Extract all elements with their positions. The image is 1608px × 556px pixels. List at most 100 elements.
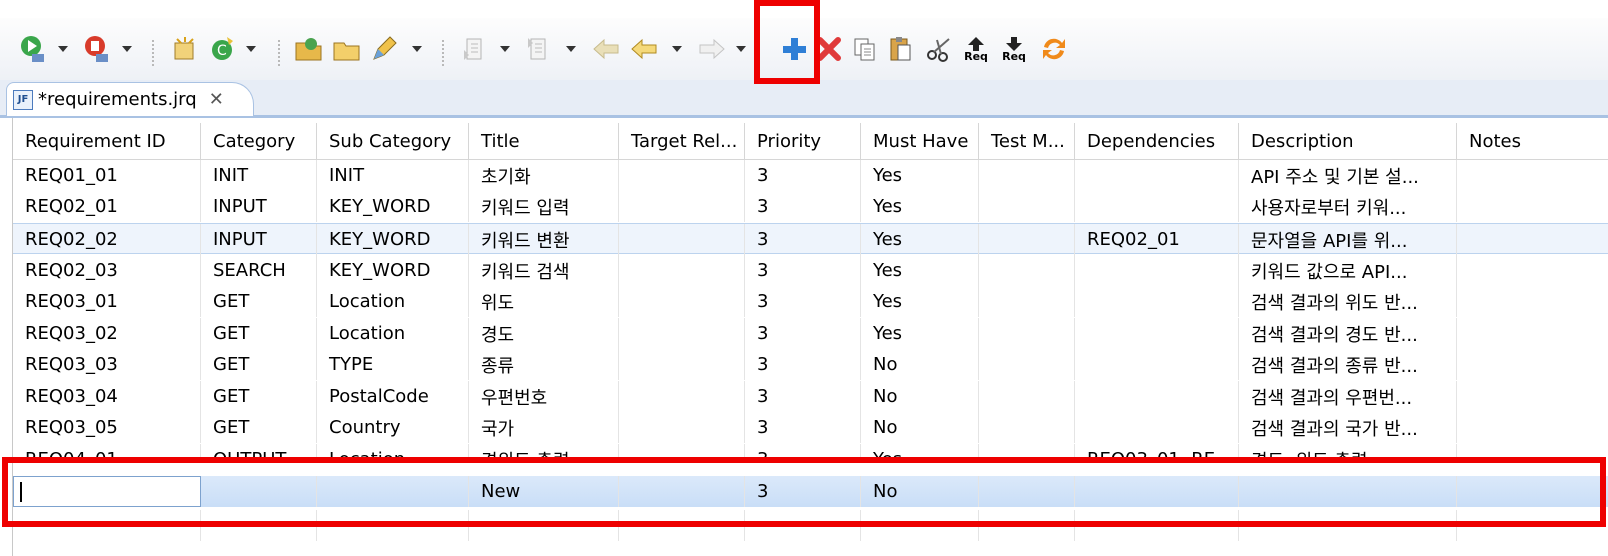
cell-test-method[interactable] [979, 160, 1075, 191]
debug-icon[interactable] [80, 34, 114, 64]
cell-priority[interactable]: 3 [745, 318, 861, 349]
cell-must-have[interactable]: No [861, 349, 979, 380]
cell-dependencies[interactable] [1075, 286, 1239, 317]
cell-description[interactable]: 검색 결과의 경도 반... [1239, 318, 1457, 349]
cell-requirement-id[interactable]: REQ03_05 [13, 412, 201, 443]
table-row[interactable]: REQ02_03 SEARCH KEY_WORD 키워드 검색 3 Yes 키워드 값으로 … [13, 255, 1608, 286]
cell-category[interactable]: GET [201, 318, 317, 349]
cell-notes[interactable] [1457, 160, 1608, 191]
column-header-priority[interactable]: Priority [745, 123, 861, 159]
cell-description[interactable]: 검색 결과의 우편번... [1239, 381, 1457, 412]
cell-title[interactable]: 키워드 입력 [469, 191, 619, 222]
cell-priority[interactable]: 3 [745, 286, 861, 317]
table-row[interactable]: REQ03_05 GET Country 국가 3 No 검색 결과의 국가 반... [13, 412, 1608, 443]
cell-test-method[interactable] [979, 349, 1075, 380]
debug-dropdown-icon[interactable] [122, 46, 132, 52]
cell-target-release[interactable] [619, 349, 745, 380]
column-header-test-method[interactable]: Test M... [979, 123, 1075, 159]
cell-sub-category[interactable]: INIT [317, 160, 469, 191]
forward-dropdown-icon[interactable] [736, 46, 746, 52]
refresh-icon[interactable]: C [208, 34, 238, 64]
cell-must-have[interactable]: Yes [861, 318, 979, 349]
cell-target-release[interactable] [619, 191, 745, 222]
new-class-icon[interactable] [168, 34, 202, 64]
table-row[interactable]: REQ02_01 INPUT KEY_WORD 키워드 입력 3 Yes 사용자로부터 키워… [13, 191, 1608, 222]
cell-notes[interactable] [1457, 381, 1608, 412]
table-row[interactable]: REQ03_04 GET PostalCode 우편번호 3 No 검색 결과의 우편번..… [13, 381, 1608, 412]
cell-requirement-id[interactable]: REQ03_01 [13, 286, 201, 317]
cell-must-have[interactable]: Yes [861, 286, 979, 317]
cell-must-have[interactable]: No [861, 412, 979, 443]
cell-priority[interactable]: 3 [745, 224, 861, 255]
cell-description[interactable]: 사용자로부터 키워... [1239, 191, 1457, 222]
cell-test-method[interactable] [979, 255, 1075, 286]
cell-category[interactable]: GET [201, 286, 317, 317]
cell-description[interactable]: 검색 결과의 위도 반... [1239, 286, 1457, 317]
cell-test-method[interactable] [979, 224, 1075, 255]
cell-sub-category[interactable]: Location [317, 318, 469, 349]
cell-priority[interactable]: 3 [745, 349, 861, 380]
cell-sub-category[interactable]: KEY_WORD [317, 224, 469, 255]
cell-test-method[interactable] [979, 191, 1075, 222]
cell-requirement-id[interactable]: REQ02_03 [13, 255, 201, 286]
cell-requirement-id[interactable]: REQ03_02 [13, 318, 201, 349]
cell-title[interactable]: 종류 [469, 349, 619, 380]
refresh-dropdown-icon[interactable] [246, 46, 256, 52]
column-header-must-have[interactable]: Must Have [861, 123, 979, 159]
forward-arrow-icon[interactable] [694, 34, 728, 64]
column-header-target-release[interactable]: Target Rel... [619, 123, 745, 159]
cell-sub-category[interactable]: Country [317, 412, 469, 443]
column-header-notes[interactable]: Notes [1457, 123, 1608, 159]
cell-category[interactable]: GET [201, 349, 317, 380]
cell-priority[interactable]: 3 [745, 191, 861, 222]
cell-must-have[interactable]: Yes [861, 224, 979, 255]
cell-description[interactable]: 문자열을 API를 위... [1239, 224, 1457, 255]
folder-icon[interactable] [330, 34, 364, 64]
req-up-icon[interactable]: Req [960, 34, 992, 64]
cell-requirement-id[interactable]: REQ03_03 [13, 349, 201, 380]
cell-description[interactable]: 검색 결과의 국가 반... [1239, 412, 1457, 443]
cell-dependencies[interactable] [1075, 255, 1239, 286]
cell-priority[interactable]: 3 [745, 381, 861, 412]
cell-description[interactable]: API 주소 및 기본 설... [1239, 160, 1457, 191]
cell-title[interactable]: 위도 [469, 286, 619, 317]
cell-must-have[interactable]: Yes [861, 255, 979, 286]
prev-annotation-icon[interactable] [522, 34, 556, 64]
req-down-icon[interactable]: Req [998, 34, 1030, 64]
close-icon[interactable]: ✕ [209, 89, 224, 110]
cell-target-release[interactable] [619, 318, 745, 349]
cell-notes[interactable] [1457, 349, 1608, 380]
cell-priority[interactable]: 3 [745, 160, 861, 191]
cell-sub-category[interactable]: PostalCode [317, 381, 469, 412]
cell-category[interactable]: INIT [201, 160, 317, 191]
cell-sub-category[interactable]: KEY_WORD [317, 191, 469, 222]
cell-target-release[interactable] [619, 160, 745, 191]
cell-category[interactable]: GET [201, 412, 317, 443]
cell-target-release[interactable] [619, 381, 745, 412]
cell-dependencies[interactable] [1075, 349, 1239, 380]
cell-category[interactable]: INPUT [201, 191, 317, 222]
next-annotation-icon[interactable] [458, 34, 492, 64]
cell-target-release[interactable] [619, 286, 745, 317]
sync-icon[interactable] [1038, 34, 1070, 64]
cell-requirement-id[interactable]: REQ02_01 [13, 191, 201, 222]
cell-priority[interactable]: 3 [745, 412, 861, 443]
cell-dependencies[interactable] [1075, 412, 1239, 443]
cell-category[interactable]: GET [201, 381, 317, 412]
open-folder-icon[interactable] [292, 34, 326, 64]
cell-dependencies[interactable] [1075, 160, 1239, 191]
column-header-description[interactable]: Description [1239, 123, 1457, 159]
cell-must-have[interactable]: Yes [861, 160, 979, 191]
cell-target-release[interactable] [619, 224, 745, 255]
cell-test-method[interactable] [979, 286, 1075, 317]
table-row[interactable]: REQ03_03 GET TYPE 종류 3 No 검색 결과의 종류 반... [13, 349, 1608, 380]
cell-notes[interactable] [1457, 286, 1608, 317]
cell-must-have[interactable]: Yes [861, 191, 979, 222]
cell-dependencies[interactable] [1075, 381, 1239, 412]
table-row[interactable]: REQ03_02 GET Location 경도 3 Yes 검색 결과의 경도 반... [13, 318, 1608, 349]
next-annotation-dropdown-icon[interactable] [500, 46, 510, 52]
cell-title[interactable]: 키워드 변환 [469, 224, 619, 255]
cut-icon[interactable] [924, 34, 954, 64]
table-row[interactable]: REQ01_01 INIT INIT 초기화 3 Yes API 주소 및 기본 설... [13, 160, 1608, 191]
cell-title[interactable]: 초기화 [469, 160, 619, 191]
